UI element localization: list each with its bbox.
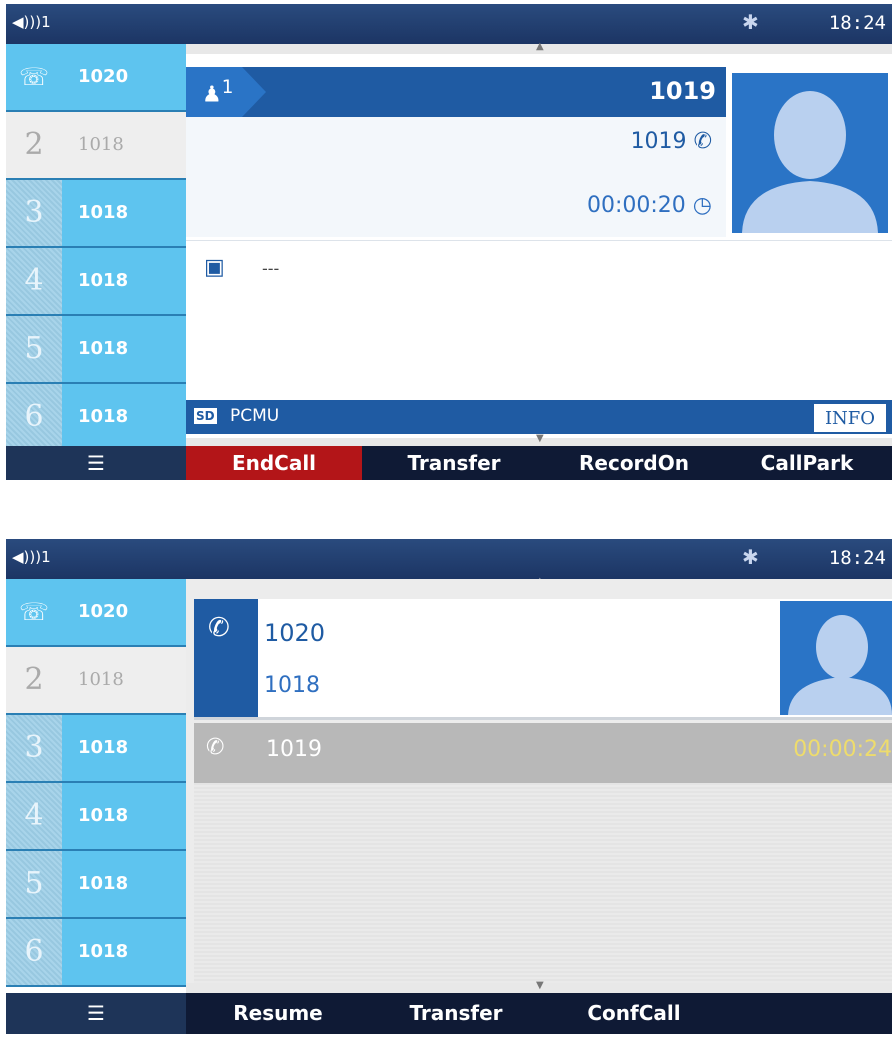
line-label: 1020 [62, 579, 186, 645]
bluetooth-icon: ✱ [742, 10, 759, 34]
line-keys: ☏ 1020 2 1018 3 1018 4 1018 5 1018 6 101… [6, 44, 186, 452]
notes-area: ▣ --- [186, 240, 892, 401]
menu-icon[interactable]: ☰ [6, 446, 186, 480]
duration-row: 00:00:20 ◷ [587, 193, 712, 218]
scroll-down-indicator[interactable]: ▼ [186, 433, 892, 446]
notes-text: --- [262, 259, 280, 278]
phone-hold-icon: ☏ [6, 579, 62, 645]
call-panel: ♟1 1019 1019 ✆ 00:00:20 ◷ ▣ --- SD PCMU … [186, 44, 892, 436]
line-label: 1018 [62, 647, 186, 713]
volume-icon: ◀)))1 [12, 13, 51, 31]
line-key-3[interactable]: 3 1018 [6, 180, 186, 248]
line-key-1[interactable]: ☏ 1020 [6, 579, 186, 647]
line-number: 3 [6, 715, 62, 781]
call-screen-held: ◀)))1 ✱ 18:24 ☏ 1020 2 1018 3 1018 4 101… [6, 539, 892, 1034]
line-key-3[interactable]: 3 1018 [6, 715, 186, 783]
line-key-5[interactable]: 5 1018 [6, 851, 186, 919]
active-call-number: 1018 [264, 673, 320, 698]
clock-icon: ◷ [692, 193, 712, 218]
line-number: 5 [6, 851, 62, 917]
scroll-down-indicator[interactable]: ▼ [186, 980, 892, 993]
record-button[interactable]: RecordOn [546, 446, 722, 480]
line-number: 2 [6, 647, 62, 713]
endcall-button[interactable]: EndCall [186, 446, 362, 480]
phone-hold-icon: ☏ [6, 44, 62, 110]
held-call-duration: 00:00:24 [793, 737, 892, 762]
contact-icon: ♟1 [202, 77, 234, 108]
phone-held-icon: ✆ [206, 735, 225, 760]
phone-active-icon: ✆ [208, 613, 230, 643]
line-number: 4 [6, 783, 62, 849]
menu-icon[interactable]: ☰ [6, 993, 186, 1034]
softkey-bar: ☰ Resume Transfer ConfCall [6, 993, 892, 1034]
line-number: 6 [6, 919, 62, 985]
contact-card-icon: ▣ [204, 255, 225, 280]
info-button[interactable]: INFO [814, 404, 886, 432]
line-label: 1020 [62, 44, 186, 110]
line-key-2[interactable]: 2 1018 [6, 112, 186, 180]
line-key-4[interactable]: 4 1018 [6, 248, 186, 316]
line-label: 1018 [62, 715, 186, 781]
line-label: 1018 [62, 919, 186, 985]
status-bar: ◀)))1 ✱ 18:24 [6, 539, 892, 579]
caller-number-row: 1019 ✆ [631, 129, 712, 154]
status-bar: ◀)))1 ✱ 18:24 [6, 4, 892, 44]
line-key-5[interactable]: 5 1018 [6, 316, 186, 384]
held-call-row[interactable]: ✆ 1019 00:00:24 [194, 723, 892, 783]
line-key-6[interactable]: 6 1018 [6, 919, 186, 987]
active-call-tab: ✆ [194, 599, 258, 717]
line-label: 1018 [62, 248, 186, 314]
clock: 18:24 [828, 547, 886, 569]
transfer-button[interactable]: Transfer [368, 993, 544, 1034]
empty-list-area [194, 783, 892, 983]
clock: 18:24 [828, 12, 886, 34]
softkey-bar: ☰ EndCall Transfer RecordOn CallPark [6, 446, 892, 480]
active-call-name: 1020 [264, 619, 326, 647]
bluetooth-icon: ✱ [742, 545, 759, 569]
sd-badge: SD [194, 408, 217, 424]
codec-label: PCMU [230, 406, 280, 426]
call-info: 1019 ✆ 00:00:20 ◷ [186, 117, 726, 237]
line-key-4[interactable]: 4 1018 [6, 783, 186, 851]
transfer-button[interactable]: Transfer [366, 446, 542, 480]
line-label: 1018 [62, 851, 186, 917]
line-number: 3 [6, 180, 62, 246]
line-label: 1018 [62, 316, 186, 382]
line-label: 1018 [62, 783, 186, 849]
phone-icon: ✆ [693, 129, 712, 154]
line-number: 2 [6, 112, 62, 178]
line-key-6[interactable]: 6 1018 [6, 384, 186, 452]
line-number: 6 [6, 384, 62, 450]
resume-button[interactable]: Resume [190, 993, 366, 1034]
arrow-down-icon: ▼ [536, 980, 544, 991]
line-label: 1018 [62, 112, 186, 178]
call-screen-active: ◀)))1 ✱ 18:24 ☏ 1020 2 1018 3 1018 4 101… [6, 4, 892, 480]
call-index: 1 [221, 77, 234, 98]
line-label: 1018 [62, 384, 186, 450]
volume-icon: ◀)))1 [12, 548, 51, 566]
held-call-number: 1019 [266, 737, 322, 762]
call-header[interactable]: ♟1 1019 [186, 67, 726, 117]
caller-name: 1019 [649, 77, 716, 105]
line-number: 5 [6, 316, 62, 382]
call-list-panel: ✆ 1020 1018 ✆ 1019 00:00:24 [186, 579, 892, 983]
line-label: 1018 [62, 180, 186, 246]
avatar [780, 601, 892, 715]
avatar [732, 73, 888, 233]
arrow-down-icon: ▼ [536, 433, 544, 444]
line-key-2[interactable]: 2 1018 [6, 647, 186, 715]
confcall-button[interactable]: ConfCall [546, 993, 722, 1034]
caller-number: 1019 [630, 129, 687, 154]
callpark-button[interactable]: CallPark [722, 446, 892, 480]
line-key-1[interactable]: ☏ 1020 [6, 44, 186, 112]
line-keys: ☏ 1020 2 1018 3 1018 4 1018 5 1018 6 101… [6, 579, 186, 987]
codec-bar: SD PCMU INFO [186, 400, 892, 434]
call-duration: 00:00:20 [586, 193, 686, 218]
line-number: 4 [6, 248, 62, 314]
